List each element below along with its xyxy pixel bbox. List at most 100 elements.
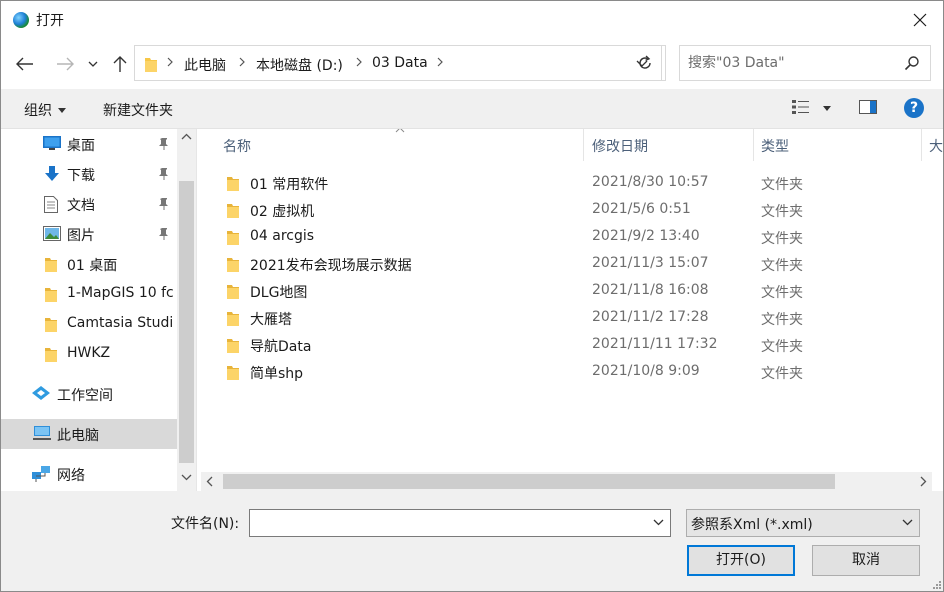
pin-icon[interactable] [158, 227, 170, 241]
chevron-right-icon[interactable] [920, 476, 927, 487]
column-header-name[interactable]: 名称 [223, 136, 251, 156]
command-bar: 组织 新建文件夹 ? [1, 89, 943, 129]
file-type-filter[interactable]: 参照系Xml (*.xml) [686, 509, 920, 537]
filename-combobox[interactable] [249, 509, 671, 537]
file-name: 02 虚拟机 [250, 204, 315, 220]
arrow-left-icon [16, 57, 33, 71]
up-button[interactable] [108, 53, 132, 75]
file-name: 简单shp [250, 366, 304, 382]
pin-icon[interactable] [158, 197, 170, 211]
column-divider[interactable] [583, 129, 584, 161]
download-icon [45, 166, 59, 181]
file-date: 2021/10/8 9:09 [592, 363, 700, 379]
sidebar-item-downloads[interactable]: 下载 [1, 159, 177, 189]
breadcrumb-this-pc[interactable]: 此电脑 [184, 55, 226, 75]
file-name: 大雁塔 [250, 312, 292, 328]
filename-input[interactable] [254, 514, 634, 532]
sidebar-item-desktop[interactable]: 桌面 [1, 129, 177, 159]
file-row[interactable]: 导航Data 2021/11/11 17:32 文件夹 [197, 332, 943, 359]
file-type-filter-value: 参照系Xml (*.xml) [691, 517, 813, 533]
sidebar-item-label: Camtasia Studi [67, 315, 174, 331]
recent-locations-button[interactable] [83, 53, 103, 75]
horizontal-scrollbar[interactable] [201, 472, 932, 491]
chevron-right-icon [239, 57, 245, 67]
help-icon[interactable]: ? [904, 98, 924, 118]
file-row[interactable]: DLG地图 2021/11/8 16:08 文件夹 [197, 278, 943, 305]
folder-icon [227, 177, 239, 191]
file-row[interactable]: 04 arcgis 2021/9/2 13:40 文件夹 [197, 224, 943, 251]
file-date: 2021/9/2 13:40 [592, 228, 700, 244]
scrollbar-thumb[interactable] [179, 181, 194, 463]
window-title: 打开 [36, 13, 64, 29]
scrollbar-thumb[interactable] [223, 474, 835, 489]
arrow-up-icon [113, 56, 127, 72]
file-row[interactable]: 01 常用软件 2021/8/30 10:57 文件夹 [197, 170, 943, 197]
address-bar[interactable]: 此电脑 本地磁盘 (D:) 03 Data [134, 45, 662, 81]
sidebar-item-pictures[interactable]: 图片 [1, 219, 177, 249]
search-input[interactable] [688, 53, 898, 73]
view-options-dropdown-icon[interactable] [823, 106, 831, 111]
chevron-down-icon[interactable] [181, 474, 192, 481]
sidebar-scrollbar[interactable] [177, 129, 196, 491]
sidebar-item-label: 工作空间 [57, 388, 113, 404]
breadcrumb-03-data[interactable]: 03 Data [372, 55, 428, 71]
open-file-dialog: 打开 此电脑 本地磁盘 (D:) 03 Data 搜索"03 Data" 组织 … [0, 0, 944, 592]
organize-menu-button[interactable]: 组织 [24, 100, 66, 120]
file-date: 2021/11/3 15:07 [592, 255, 709, 271]
open-button[interactable]: 打开(O) [687, 545, 795, 576]
chevron-right-icon [167, 57, 173, 67]
column-header-size[interactable]: 大 [929, 136, 943, 156]
search-box[interactable] [679, 45, 931, 81]
pin-icon[interactable] [158, 167, 170, 181]
folder-icon [45, 288, 57, 302]
chevron-down-icon[interactable] [653, 519, 664, 526]
sidebar-item-this-pc[interactable]: 此电脑 [1, 419, 177, 449]
resize-grip-icon[interactable] [931, 579, 941, 589]
folder-icon [45, 258, 57, 272]
refresh-button[interactable] [624, 45, 666, 81]
file-type: 文件夹 [761, 231, 803, 247]
sidebar-item-folder-01[interactable]: 01 桌面 [1, 249, 177, 279]
file-name: DLG地图 [250, 285, 308, 301]
caret-down-icon [58, 108, 66, 113]
sidebar-item-folder-camtasia[interactable]: Camtasia Studi [1, 309, 177, 339]
view-details-icon[interactable] [791, 99, 811, 115]
column-divider[interactable] [921, 129, 922, 161]
navigation-bar: 此电脑 本地磁盘 (D:) 03 Data [1, 39, 943, 89]
chevron-left-icon[interactable] [206, 476, 213, 487]
file-row[interactable]: 大雁塔 2021/11/2 17:28 文件夹 [197, 305, 943, 332]
chevron-right-icon [356, 57, 362, 67]
file-type: 文件夹 [761, 177, 803, 193]
file-date: 2021/5/6 0:51 [592, 201, 691, 217]
close-button[interactable] [897, 1, 943, 39]
preview-pane-icon[interactable] [859, 100, 877, 114]
column-divider[interactable] [753, 129, 754, 161]
pin-icon[interactable] [158, 137, 170, 151]
file-row[interactable]: 2021发布会现场展示数据 2021/11/3 15:07 文件夹 [197, 251, 943, 278]
file-date: 2021/8/30 10:57 [592, 174, 709, 190]
file-date: 2021/11/2 17:28 [592, 309, 709, 325]
chevron-up-icon[interactable] [181, 133, 192, 140]
folder-icon [227, 366, 239, 380]
back-button[interactable] [13, 53, 37, 75]
chevron-right-icon [437, 57, 443, 67]
sidebar-item-network[interactable]: 网络 [1, 459, 177, 489]
column-header-type[interactable]: 类型 [761, 136, 789, 156]
document-icon [44, 196, 58, 213]
breadcrumb-drive-d[interactable]: 本地磁盘 (D:) [256, 55, 343, 75]
forward-button[interactable] [53, 53, 77, 75]
cancel-button[interactable]: 取消 [812, 545, 920, 576]
sidebar-item-folder-mapgis[interactable]: 1-MapGIS 10 fc [1, 279, 177, 309]
file-row[interactable]: 02 虚拟机 2021/5/6 0:51 文件夹 [197, 197, 943, 224]
desktop-icon [43, 136, 61, 150]
file-row[interactable]: 简单shp 2021/10/8 9:09 文件夹 [197, 359, 943, 386]
search-icon[interactable] [904, 55, 920, 71]
sidebar-item-folder-hwkz[interactable]: HWKZ [1, 339, 177, 369]
new-folder-button[interactable]: 新建文件夹 [103, 100, 173, 120]
sidebar-item-workspace[interactable]: 工作空间 [1, 379, 177, 409]
column-header-date[interactable]: 修改日期 [592, 136, 648, 156]
file-name: 导航Data [250, 339, 312, 355]
file-type: 文件夹 [761, 312, 803, 328]
sidebar-item-documents[interactable]: 文档 [1, 189, 177, 219]
file-date: 2021/11/11 17:32 [592, 336, 718, 352]
